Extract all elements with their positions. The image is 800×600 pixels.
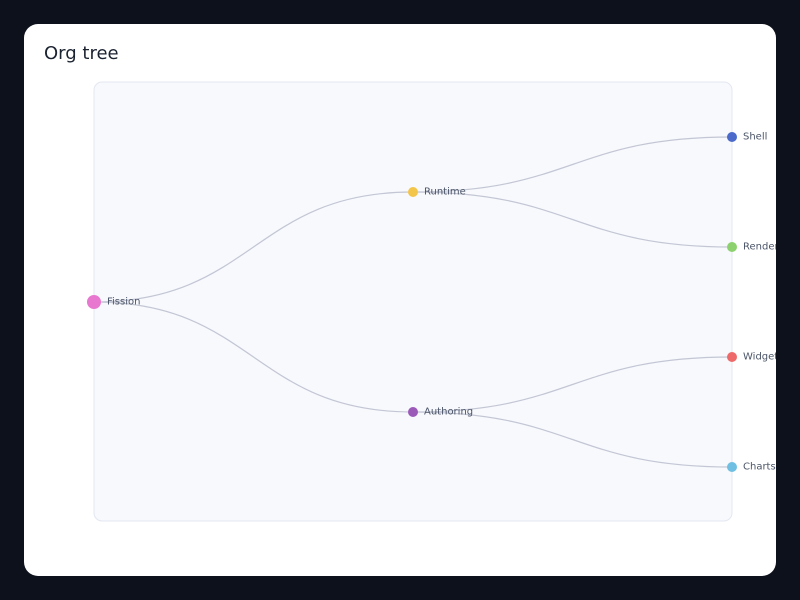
tree-node-shell[interactable]: Shell bbox=[727, 132, 767, 143]
tree-node-marker-widgets[interactable] bbox=[727, 352, 737, 362]
tree-node-label-authoring: Authoring bbox=[424, 407, 473, 418]
org-tree-diagram: Fission Runtime Shell Renderer Authoring Widg… bbox=[87, 81, 776, 522]
tree-node-marker-fission[interactable] bbox=[87, 295, 101, 309]
tree-node-marker-charts[interactable] bbox=[727, 462, 737, 472]
tree-plot-area bbox=[93, 81, 733, 522]
tree-node-marker-renderer[interactable] bbox=[727, 242, 737, 252]
tree-node-renderer[interactable]: Renderer bbox=[727, 242, 776, 253]
tree-node-widgets[interactable]: Widgets bbox=[727, 352, 776, 363]
tree-node-label-charts: Charts bbox=[743, 462, 776, 473]
org-tree-card: Org tree FissionRuntimeShellRendererAuth… bbox=[24, 24, 776, 576]
tree-node-label-runtime: Runtime bbox=[424, 187, 466, 198]
tree-node-marker-runtime[interactable] bbox=[408, 187, 418, 197]
tree-node-marker-shell[interactable] bbox=[727, 132, 737, 142]
tree-node-charts[interactable]: Charts bbox=[727, 462, 776, 473]
tree-node-label-fission: Fission bbox=[107, 297, 140, 308]
tree-node-label-widgets: Widgets bbox=[743, 352, 776, 363]
tree-node-fission[interactable]: Fission bbox=[87, 295, 140, 309]
tree-node-label-renderer: Renderer bbox=[743, 242, 776, 253]
tree-node-marker-authoring[interactable] bbox=[408, 407, 418, 417]
tree-node-label-shell: Shell bbox=[743, 132, 767, 143]
